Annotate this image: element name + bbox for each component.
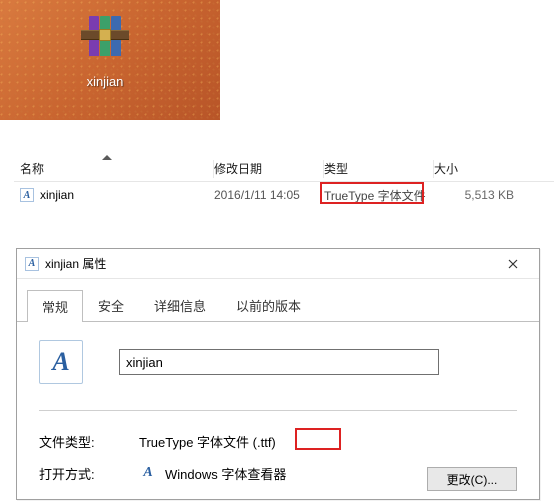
column-header-name[interactable]: 名称 — [14, 160, 214, 178]
highlight-box-ext — [295, 428, 341, 450]
tab-strip: 常规 安全 详细信息 以前的版本 — [17, 279, 539, 322]
file-date: 2016/1/11 14:05 — [214, 188, 324, 202]
file-size: 5,513 KB — [434, 188, 524, 202]
dialog-titlebar[interactable]: A xinjian 属性 — [17, 249, 539, 279]
change-button[interactable]: 更改(C)... — [427, 467, 517, 491]
file-type-icon: A — [39, 340, 83, 384]
file-type-row: 文件类型: TrueType 字体文件 (.ttf) — [39, 425, 517, 457]
tab-previous-versions[interactable]: 以前的版本 — [221, 289, 316, 321]
desktop-icon-label: xinjian — [87, 74, 124, 89]
file-type: TrueType 字体文件 — [324, 187, 434, 204]
tab-details[interactable]: 详细信息 — [139, 289, 221, 321]
file-list-view: 名称 修改日期 类型 大小 A xinjian 2016/1/11 14:05 … — [14, 156, 554, 208]
close-button[interactable] — [493, 251, 533, 277]
file-name: xinjian — [40, 188, 74, 202]
desktop-archive-icon[interactable]: xinjian — [60, 10, 150, 89]
file-list-row[interactable]: A xinjian 2016/1/11 14:05 TrueType 字体文件 … — [14, 182, 554, 208]
file-type-label: 文件类型: — [39, 432, 139, 451]
file-type-value: TrueType 字体文件 (.ttf) — [139, 432, 276, 451]
open-with-value: Windows 字体查看器 — [165, 464, 286, 483]
filename-input[interactable] — [119, 349, 439, 375]
tab-general[interactable]: 常规 — [27, 290, 83, 322]
desktop-background: xinjian — [0, 0, 220, 120]
column-header-date[interactable]: 修改日期 — [214, 160, 324, 178]
font-viewer-icon: A — [139, 464, 157, 482]
tab-security[interactable]: 安全 — [83, 289, 139, 321]
font-file-icon: A — [20, 188, 34, 202]
dialog-body: A 文件类型: TrueType 字体文件 (.ttf) 打开方式: A Win… — [17, 322, 539, 499]
close-icon — [508, 259, 518, 269]
column-header-type[interactable]: 类型 — [324, 160, 434, 178]
open-with-label: 打开方式: — [39, 464, 139, 483]
titlebar-font-icon: A — [25, 257, 39, 271]
list-header-row: 名称 修改日期 类型 大小 — [14, 156, 554, 182]
rar-icon — [79, 10, 131, 70]
dialog-title: xinjian 属性 — [45, 255, 493, 272]
sort-asc-icon — [102, 155, 112, 160]
column-header-size[interactable]: 大小 — [434, 160, 524, 177]
properties-dialog: A xinjian 属性 常规 安全 详细信息 以前的版本 A 文件类型: Tr… — [16, 248, 540, 500]
